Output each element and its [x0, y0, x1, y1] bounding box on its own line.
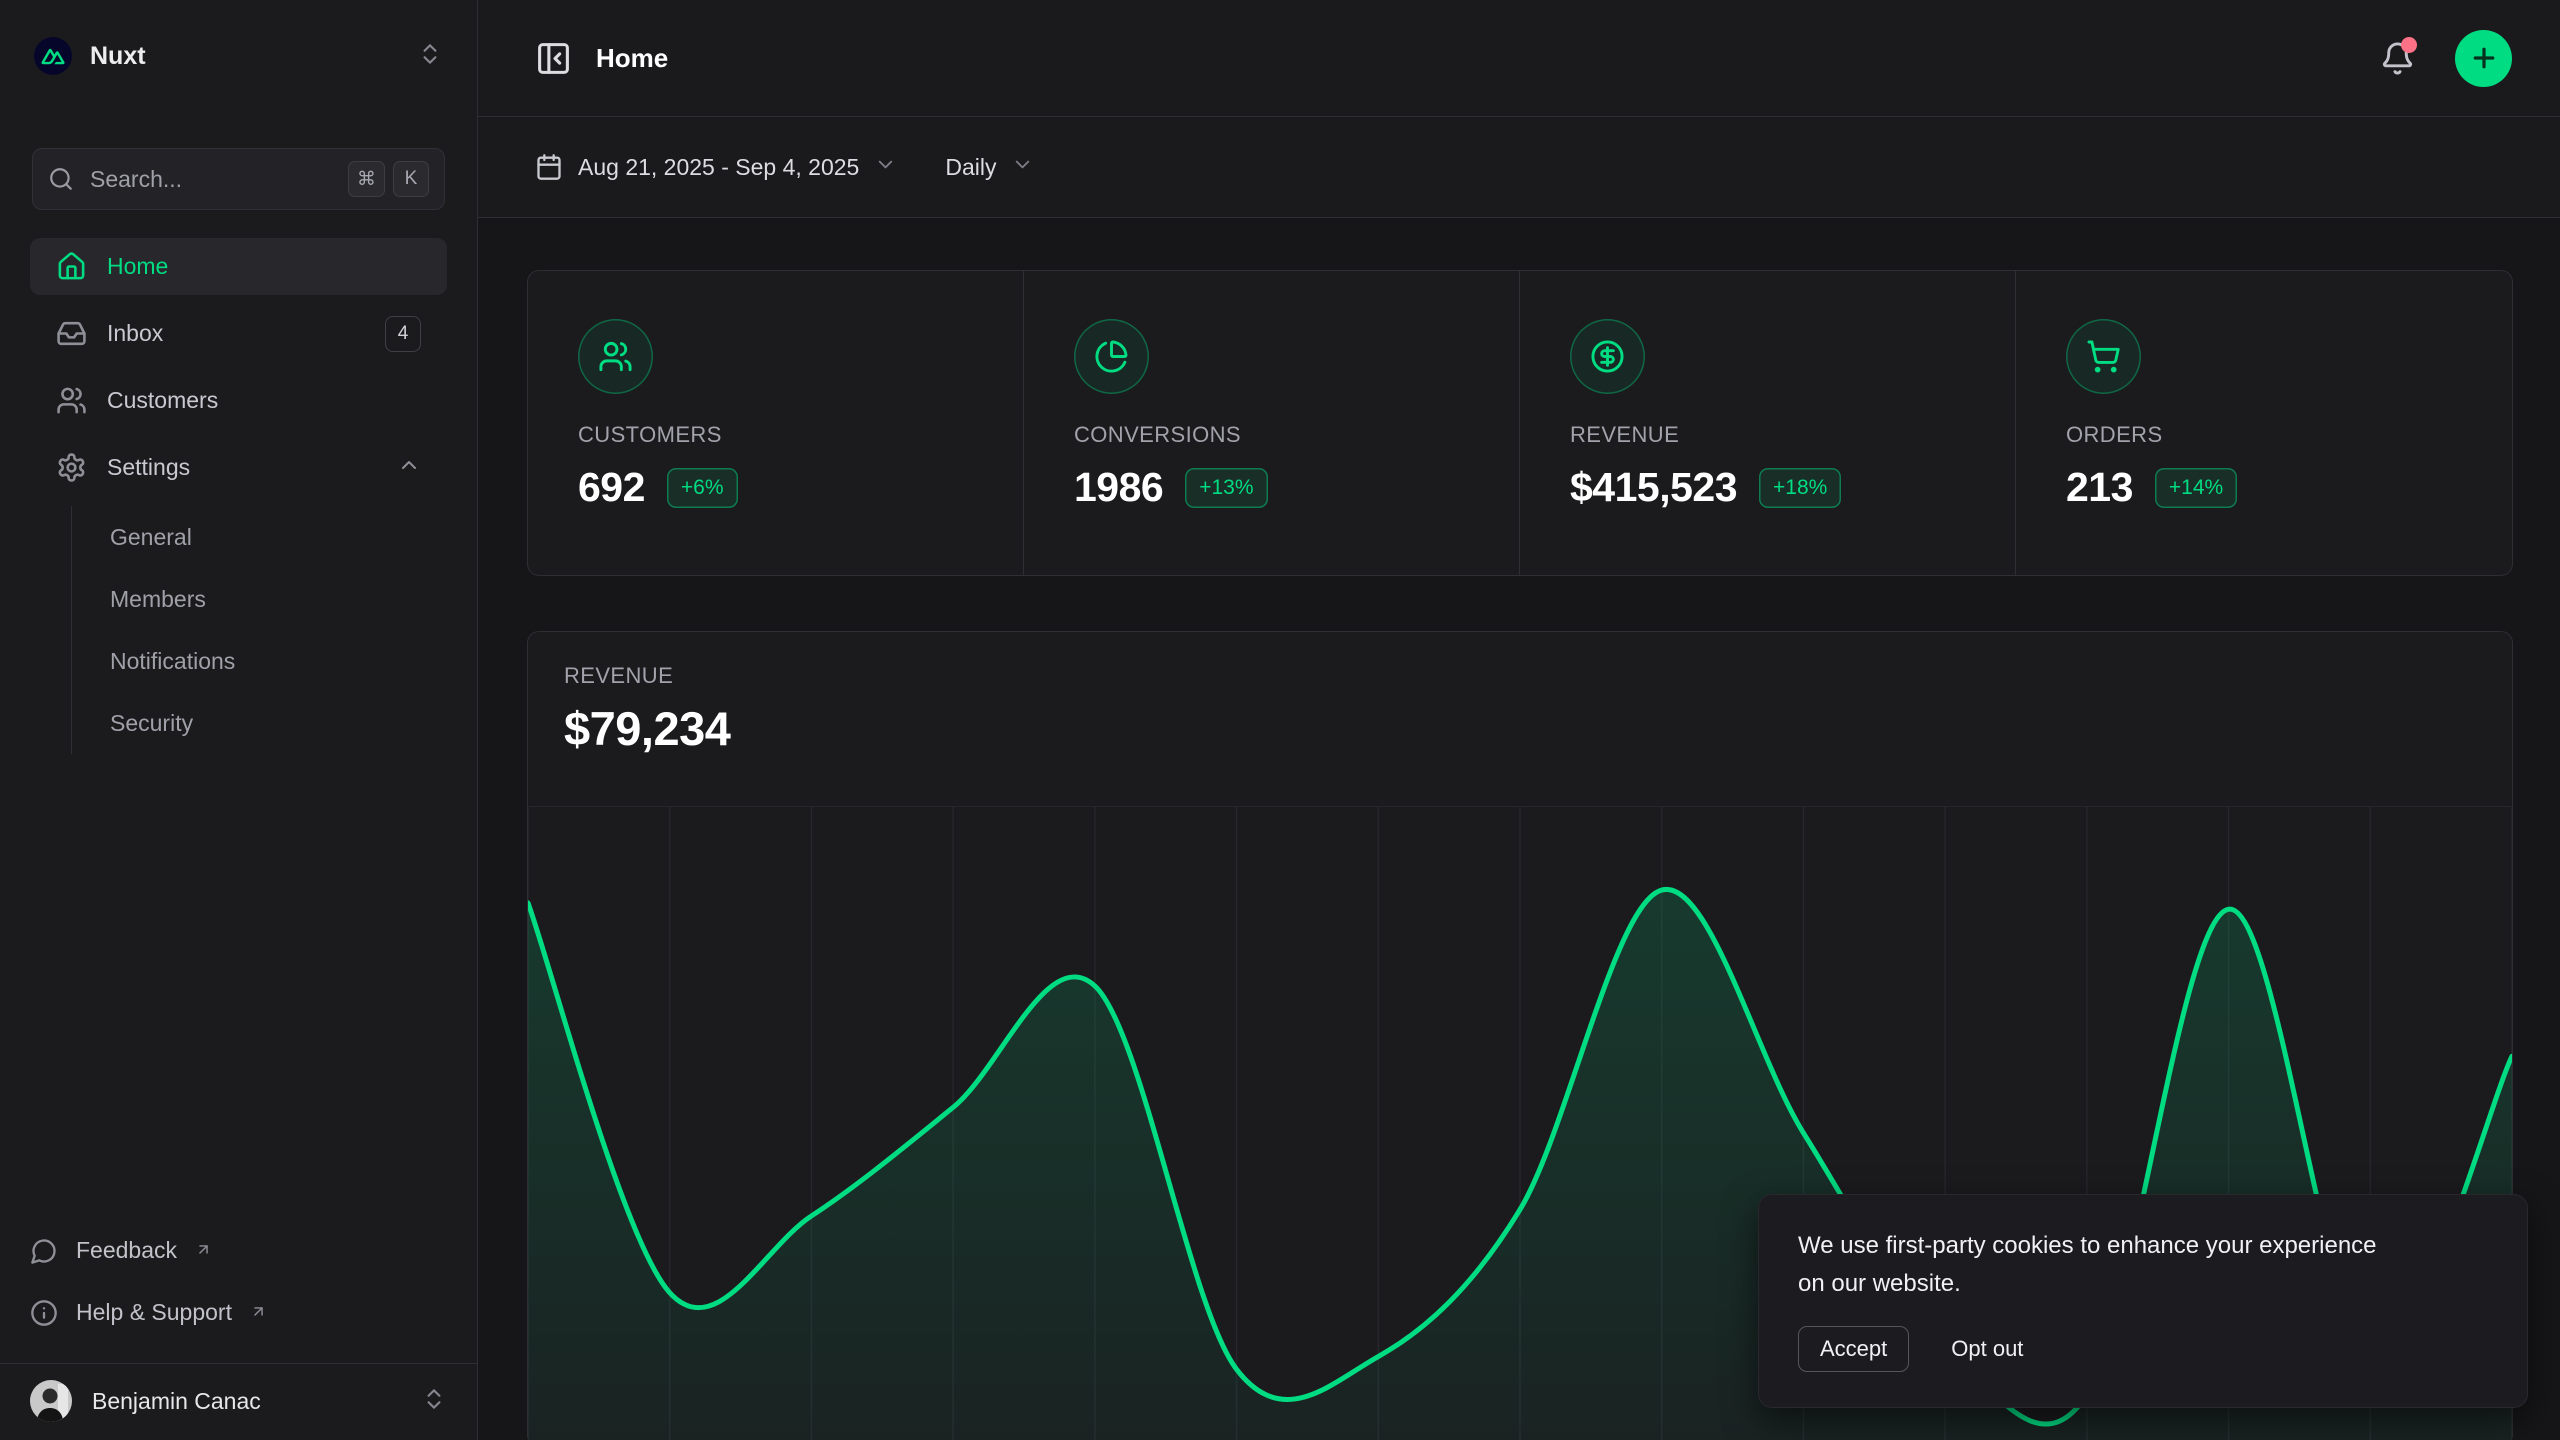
chevron-up-icon — [397, 453, 421, 483]
help-support-label: Help & Support — [76, 1299, 232, 1326]
notifications-button[interactable] — [2373, 34, 2421, 82]
stat-delta-badge: +14% — [2155, 468, 2237, 508]
chevron-down-icon — [1011, 153, 1034, 181]
sidebar: Nuxt Search... ⌘ K Home Inbox 4 — [0, 0, 478, 1440]
revenue-chart-value: $79,234 — [564, 701, 2476, 756]
feedback-label: Feedback — [76, 1237, 177, 1264]
sidebar-item-inbox[interactable]: Inbox 4 — [30, 305, 447, 362]
stat-label: ORDERS — [2066, 422, 2472, 448]
date-range-value: Aug 21, 2025 - Sep 4, 2025 — [578, 154, 859, 181]
user-menu[interactable]: Benjamin Canac — [30, 1380, 447, 1422]
inbox-count-badge: 4 — [385, 316, 421, 352]
external-link-icon — [250, 1299, 267, 1326]
sidebar-item-members[interactable]: Members — [110, 568, 447, 630]
granularity-value: Daily — [945, 154, 996, 181]
stat-value: 213 — [2066, 464, 2133, 511]
add-button[interactable] — [2455, 30, 2512, 87]
stat-delta-badge: +13% — [1185, 468, 1267, 508]
chevron-down-icon — [874, 153, 897, 181]
nuxt-logo-icon — [34, 37, 72, 75]
sidebar-collapse-button[interactable] — [535, 40, 572, 77]
page-title: Home — [596, 43, 668, 74]
sidebar-item-settings[interactable]: Settings — [30, 439, 447, 496]
kbd-cmd: ⌘ — [348, 161, 385, 197]
stat-card-orders[interactable]: ORDERS 213 +14% — [2016, 271, 2512, 575]
info-circle-icon — [30, 1299, 58, 1327]
user-name: Benjamin Canac — [92, 1388, 261, 1415]
users-icon — [578, 319, 653, 394]
search-input[interactable]: Search... ⌘ K — [32, 148, 445, 210]
topbar-actions — [2373, 30, 2512, 87]
calendar-icon — [535, 153, 563, 181]
sidebar-item-label: Home — [107, 253, 168, 280]
external-link-icon — [195, 1237, 212, 1264]
stat-label: CUSTOMERS — [578, 422, 983, 448]
search-icon — [48, 166, 74, 192]
sidebar-item-label: Customers — [107, 387, 218, 414]
stat-value: 1986 — [1074, 464, 1163, 511]
filter-bar: Aug 21, 2025 - Sep 4, 2025 Daily — [478, 117, 2560, 218]
cookie-message: We use first-party cookies to enhance yo… — [1798, 1227, 2378, 1303]
chevrons-up-down-icon — [421, 1386, 447, 1417]
date-range-picker[interactable]: Aug 21, 2025 - Sep 4, 2025 — [535, 153, 897, 181]
gear-icon — [56, 452, 87, 483]
cookie-banner: We use first-party cookies to enhance yo… — [1758, 1194, 2528, 1408]
sidebar-item-security[interactable]: Security — [110, 692, 447, 754]
help-support-link[interactable]: Help & Support — [30, 1287, 447, 1343]
dollar-circle-icon — [1570, 319, 1645, 394]
stats-row: CUSTOMERS 692 +6% CONVERSIONS 1986 +13% — [527, 270, 2513, 576]
notification-dot — [2401, 37, 2417, 53]
search-kbd-hints: ⌘ K — [348, 161, 429, 197]
stat-delta-badge: +6% — [667, 468, 738, 508]
sidebar-item-label: Settings — [107, 454, 190, 481]
plus-icon — [2469, 43, 2499, 73]
dashboard-page: Nuxt Search... ⌘ K Home Inbox 4 — [0, 0, 2560, 1440]
revenue-chart-label: REVENUE — [564, 663, 2476, 689]
kbd-k: K — [393, 161, 429, 197]
stat-value: $415,523 — [1570, 464, 1737, 511]
sidebar-item-home[interactable]: Home — [30, 238, 447, 295]
stat-label: CONVERSIONS — [1074, 422, 1479, 448]
stat-card-customers[interactable]: CUSTOMERS 692 +6% — [528, 271, 1024, 575]
sidebar-item-notifications[interactable]: Notifications — [110, 630, 447, 692]
home-icon — [56, 251, 87, 282]
chat-bubble-icon — [30, 1237, 58, 1265]
opt-out-button[interactable]: Opt out — [1951, 1327, 2023, 1371]
sidebar-footer: Feedback Help & Support — [30, 1225, 447, 1347]
granularity-select[interactable]: Daily — [945, 153, 1034, 181]
topbar: Home — [478, 0, 2560, 117]
cookie-actions: Accept Opt out — [1798, 1326, 2488, 1372]
avatar — [30, 1380, 72, 1422]
pie-chart-icon — [1074, 319, 1149, 394]
sidebar-nav: Home Inbox 4 Customers Settings General — [30, 238, 447, 754]
stat-label: REVENUE — [1570, 422, 1975, 448]
sidebar-user-section: Benjamin Canac — [0, 1363, 477, 1440]
stat-delta-badge: +18% — [1759, 468, 1841, 508]
sidebar-item-label: Inbox — [107, 320, 163, 347]
users-icon — [56, 385, 87, 416]
shopping-cart-icon — [2066, 319, 2141, 394]
search-placeholder: Search... — [90, 166, 182, 193]
revenue-chart-header: REVENUE $79,234 — [528, 632, 2512, 756]
sidebar-item-customers[interactable]: Customers — [30, 372, 447, 429]
stat-value: 692 — [578, 464, 645, 511]
settings-subnav: General Members Notifications Security — [71, 506, 447, 754]
stat-card-conversions[interactable]: CONVERSIONS 1986 +13% — [1024, 271, 1520, 575]
accept-button[interactable]: Accept — [1798, 1326, 1909, 1372]
inbox-icon — [56, 318, 87, 349]
sidebar-item-general[interactable]: General — [110, 506, 447, 568]
stat-card-revenue[interactable]: REVENUE $415,523 +18% — [1520, 271, 2016, 575]
feedback-link[interactable]: Feedback — [30, 1225, 447, 1281]
panel-left-close-icon — [535, 40, 572, 77]
team-switcher[interactable]: Nuxt — [30, 0, 447, 112]
brand-name: Nuxt — [90, 42, 146, 71]
chevrons-up-down-icon — [417, 41, 443, 72]
